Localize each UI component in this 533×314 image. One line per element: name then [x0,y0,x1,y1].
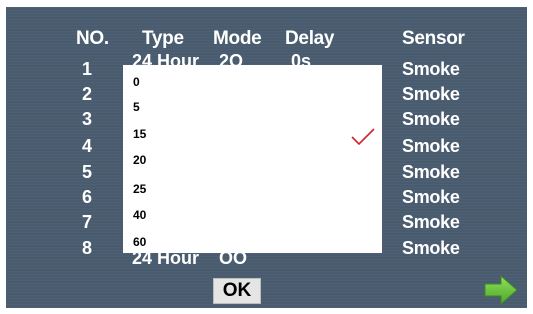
row-sensor[interactable]: Smoke [402,59,460,80]
delay-option[interactable]: 0 [133,75,140,89]
row-sensor[interactable]: Smoke [402,238,460,259]
row-number: 4 [82,136,93,156]
header-delay: Delay [285,28,335,49]
delay-option[interactable]: 5 [133,100,140,114]
right-arrow-icon[interactable] [484,275,518,305]
row-number: 5 [82,162,93,182]
screen-frame: NO. Type Mode Delay Sensor 1 2 3 4 5 6 7… [0,0,533,314]
row-number: 8 [82,238,93,258]
row-number: 3 [82,109,93,129]
header-type: Type [142,28,184,49]
ok-button[interactable]: OK [213,278,261,304]
header-sensor: Sensor [402,28,465,49]
row-number: 6 [82,187,93,207]
delay-option[interactable]: 20 [133,153,146,167]
row-number: 2 [82,84,93,104]
row-sensor[interactable]: Smoke [402,136,460,157]
delay-option[interactable]: 15 [133,127,146,141]
header-mode: Mode [213,28,262,49]
row-sensor[interactable]: Smoke [402,162,460,183]
delay-dropdown-list: 0 5 15 20 25 40 60 [123,65,382,253]
delay-option[interactable]: 25 [133,182,146,196]
header-no: NO. [76,28,109,49]
zone-settings-panel: NO. Type Mode Delay Sensor 1 2 3 4 5 6 7… [6,7,527,308]
delay-option[interactable]: 40 [133,208,146,222]
checkmark-icon [351,128,375,146]
row-sensor[interactable]: Smoke [402,187,460,208]
row-sensor[interactable]: Smoke [402,109,460,130]
row-sensor[interactable]: Smoke [402,212,460,233]
row-number: 7 [82,212,93,232]
row-number: 1 [82,59,93,79]
row-sensor[interactable]: Smoke [402,84,460,105]
delay-option[interactable]: 60 [133,235,146,249]
